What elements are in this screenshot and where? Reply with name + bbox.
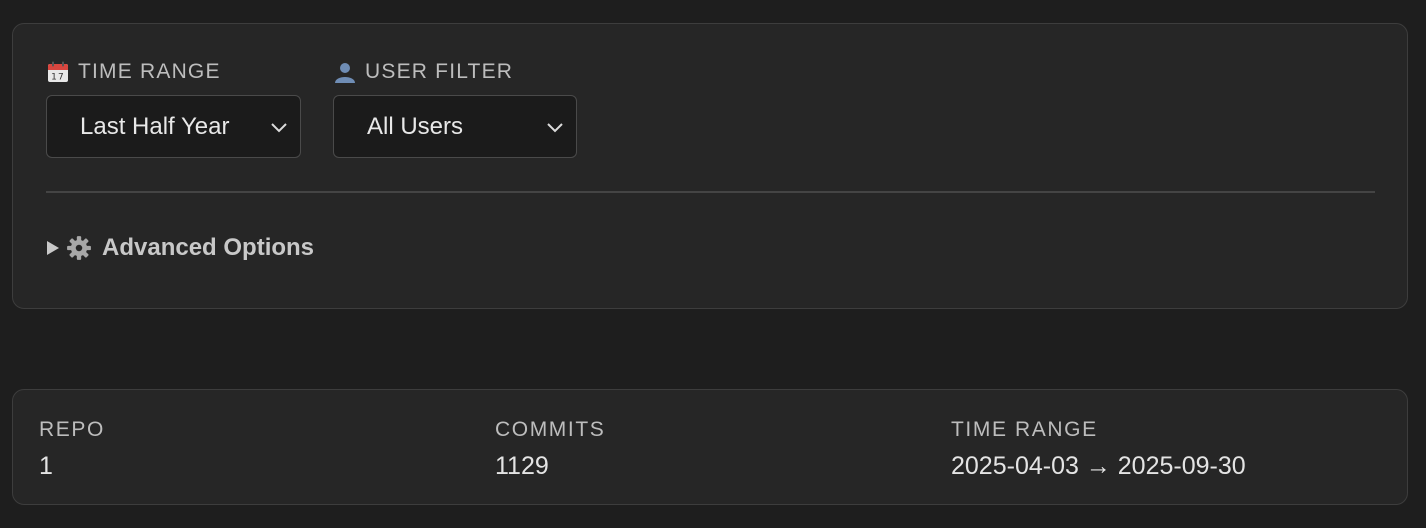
chevron-down-icon (271, 122, 287, 132)
time-range-filter: 17 TIME RANGE Last Half Year (46, 59, 301, 158)
triangle-right-icon (47, 241, 59, 255)
time-range-select[interactable]: Last Half Year (46, 95, 301, 158)
stat-commits-value: 1129 (495, 452, 549, 480)
divider (46, 191, 1375, 193)
user-filter-label-text: USER FILTER (365, 60, 514, 83)
user-filter-label: USER FILTER (333, 59, 577, 85)
stat-repo: REPO 1 (39, 417, 105, 481)
user-filter: USER FILTER All Users (333, 59, 577, 158)
calendar-icon: 17 (48, 61, 68, 83)
user-icon (335, 63, 355, 83)
time-range-selected-value: Last Half Year (80, 112, 230, 140)
time-range-label: 17 TIME RANGE (46, 59, 301, 85)
stat-time-range-label: TIME RANGE (951, 418, 1098, 441)
summary-panel: REPO 1 COMMITS 1129 TIME RANGE 2025-04-0… (12, 389, 1408, 505)
advanced-options-toggle[interactable]: Advanced Options (46, 234, 314, 262)
time-range-label-text: TIME RANGE (78, 60, 221, 83)
stat-repo-label: REPO (39, 418, 105, 441)
stat-time-range-value: 2025-04-03 → 2025-09-30 (951, 452, 1246, 480)
user-filter-select[interactable]: All Users (333, 95, 577, 158)
stat-time-range: TIME RANGE 2025-04-03 → 2025-09-30 (951, 417, 1246, 481)
filters-panel: 17 TIME RANGE Last Half Year USER FILTER… (12, 23, 1408, 309)
stat-commits-label: COMMITS (495, 418, 606, 441)
stat-repo-value: 1 (39, 452, 53, 480)
gear-icon (67, 236, 91, 260)
svg-text:17: 17 (51, 73, 65, 83)
chevron-down-icon (547, 122, 563, 132)
advanced-options-label: Advanced Options (102, 234, 315, 261)
stat-commits: COMMITS 1129 (495, 417, 605, 481)
user-filter-selected-value: All Users (367, 112, 464, 140)
